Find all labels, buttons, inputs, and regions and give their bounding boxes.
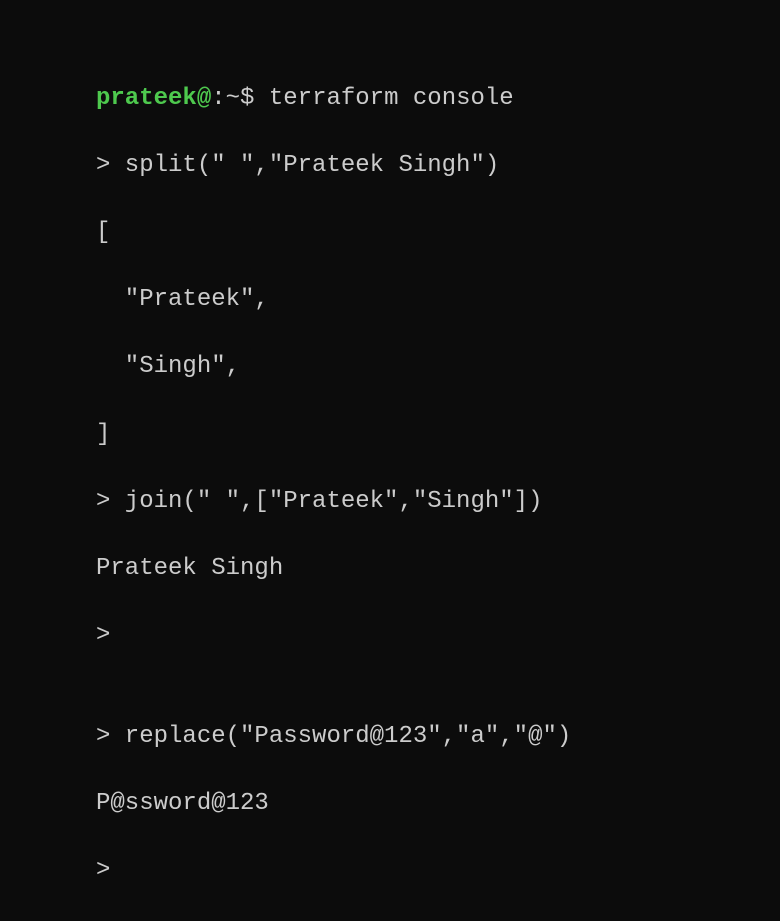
at-symbol: @ <box>197 85 211 112</box>
console-line: > <box>96 854 756 888</box>
dollar-sign: $ <box>240 85 269 112</box>
console-line: > replace("Password@123","a","@") <box>96 720 756 754</box>
command-text: terraform console <box>269 85 514 112</box>
username: prateek <box>96 85 197 112</box>
console-line: > <box>96 619 756 653</box>
terminal-output[interactable]: prateek@:~$ terraform console > split(" … <box>96 48 756 921</box>
console-line: > split(" ","Prateek Singh") <box>96 149 756 183</box>
console-line: ] <box>96 418 756 452</box>
host-path: :~ <box>211 85 240 112</box>
console-line: P@ssword@123 <box>96 787 756 821</box>
prompt-line: prateek@:~$ terraform console <box>96 82 756 116</box>
console-line: [ <box>96 216 756 250</box>
console-line: Prateek Singh <box>96 552 756 586</box>
console-line: > join(" ",["Prateek","Singh"]) <box>96 485 756 519</box>
console-line: "Prateek", <box>96 283 756 317</box>
console-line: "Singh", <box>96 350 756 384</box>
